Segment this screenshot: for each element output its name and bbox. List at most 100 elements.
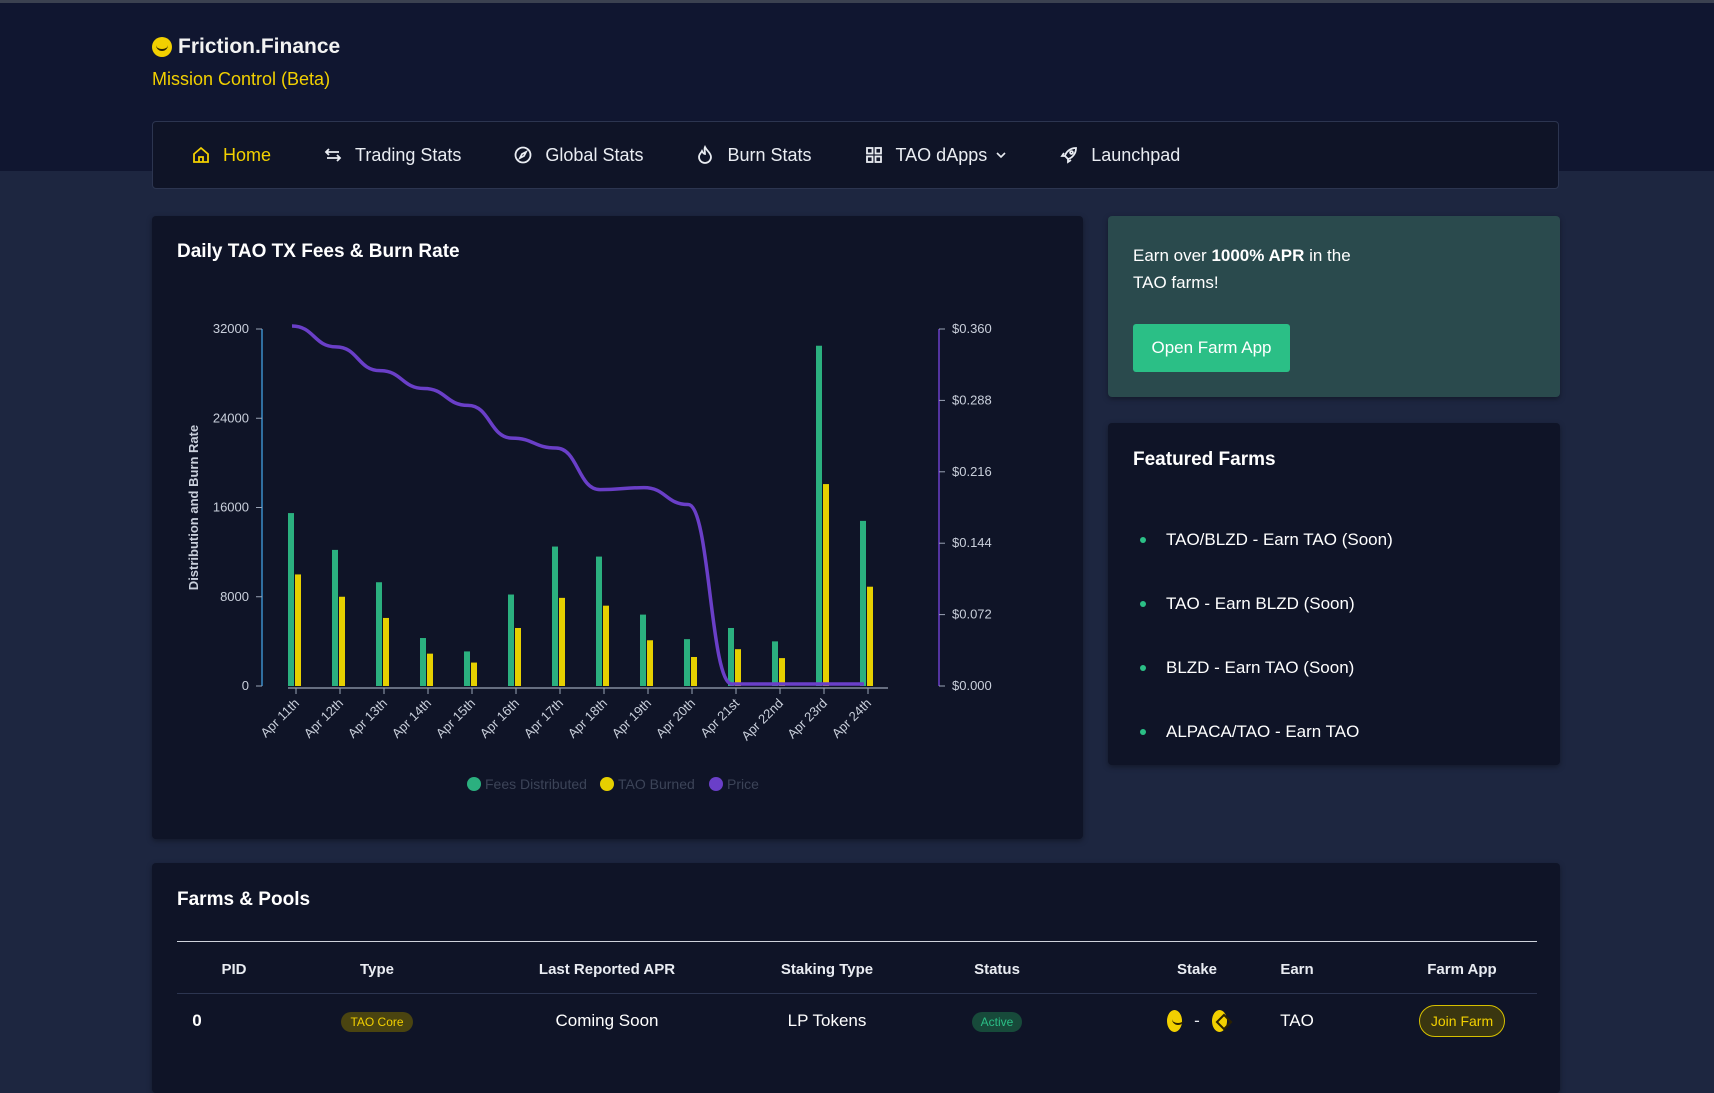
chevron-down-icon bbox=[996, 152, 1006, 159]
home-icon bbox=[193, 146, 209, 163]
nav-launchpad[interactable]: Launchpad bbox=[1059, 145, 1180, 166]
bar-fees-distributed bbox=[860, 520, 866, 686]
nav-tao-dapps[interactable]: TAO dApps bbox=[864, 145, 1008, 166]
flame-icon bbox=[698, 145, 713, 164]
x-tick-label: Apr 18th bbox=[565, 696, 610, 741]
bar-fees-distributed bbox=[288, 513, 294, 686]
y-tick-label: 32000 bbox=[213, 321, 249, 336]
list-item: BLZD - Earn TAO (Soon) bbox=[1133, 636, 1393, 700]
brand-name[interactable]: Friction.Finance bbox=[178, 35, 340, 59]
y-axis-label: Distribution and Burn Rate bbox=[186, 425, 201, 590]
x-tick-label: Apr 17th bbox=[521, 696, 566, 741]
header-stake: Stake bbox=[1176, 960, 1218, 978]
nav-trading-stats[interactable]: Trading Stats bbox=[323, 145, 461, 166]
friction-logo-icon bbox=[152, 37, 172, 57]
x-tick-label: Apr 21st bbox=[697, 695, 742, 740]
nav-home-label: Home bbox=[223, 144, 272, 165]
nav-burn-stats[interactable]: Burn Stats bbox=[695, 144, 812, 166]
header-type: Type bbox=[360, 960, 394, 978]
header-earn: Earn bbox=[1280, 960, 1314, 978]
nav-burn-stats-label: Burn Stats bbox=[727, 144, 812, 165]
type-badge: TAO Core bbox=[341, 1011, 413, 1032]
promo-text-before: Earn over bbox=[1133, 246, 1212, 265]
bar-fees-distributed bbox=[420, 638, 426, 686]
legend-label: Fees Distributed bbox=[485, 776, 587, 792]
y2-tick-label: $0.072 bbox=[952, 607, 992, 622]
status-badge: Active bbox=[971, 1011, 1023, 1032]
x-tick-label: Apr 19th bbox=[609, 696, 654, 741]
bar-fees-distributed bbox=[816, 345, 822, 686]
list-item: ALPACA/TAO - Earn TAO bbox=[1133, 700, 1393, 764]
featured-farms-card: Featured Farms TAO/BLZD - Earn TAO (Soon… bbox=[1108, 423, 1560, 765]
bar-tao-burned bbox=[515, 627, 521, 686]
bar-fees-distributed bbox=[596, 556, 602, 686]
divider bbox=[177, 941, 1537, 942]
cell-type: TAO Core bbox=[337, 1011, 417, 1032]
header-status: Status bbox=[974, 960, 1020, 978]
bar-fees-distributed bbox=[728, 627, 734, 686]
bullet-icon bbox=[1140, 665, 1146, 671]
bar-tao-burned bbox=[823, 484, 829, 686]
bar-tao-burned bbox=[735, 649, 741, 686]
x-tick-label: Apr 15th bbox=[433, 696, 478, 741]
bnb-token-icon bbox=[1211, 1010, 1227, 1032]
y2-tick-label: $0.144 bbox=[952, 535, 992, 550]
bar-tao-burned bbox=[779, 658, 785, 686]
promo-card: Earn over 1000% APR in the TAO farms! Op… bbox=[1108, 216, 1560, 397]
header-farm-app: Farm App bbox=[1427, 960, 1497, 978]
bar-tao-burned bbox=[427, 653, 433, 686]
legend-label: TAO Burned bbox=[618, 776, 695, 792]
y2-tick-label: $0.288 bbox=[952, 392, 992, 407]
x-tick-label: Apr 13th bbox=[345, 696, 390, 741]
bullet-icon bbox=[1140, 729, 1146, 735]
bar-fees-distributed bbox=[684, 639, 690, 686]
y-tick-label: 0 bbox=[242, 678, 249, 693]
bullet-icon bbox=[1140, 601, 1146, 607]
featured-farm-label: ALPACA/TAO - Earn TAO bbox=[1166, 722, 1360, 741]
fees-burn-chart: 32000 24000 16000 8000 0 Distribution and Bur… bbox=[186, 321, 992, 792]
swap-arrows-icon bbox=[324, 148, 342, 162]
x-tick-label: Apr 14th bbox=[389, 696, 434, 741]
header-staking-type: Staking Type bbox=[780, 960, 874, 978]
cell-farm-app: Join Farm bbox=[1407, 1005, 1517, 1037]
header-apr: Last Reported APR bbox=[538, 960, 676, 978]
rocket-icon bbox=[1060, 147, 1078, 164]
brand: Friction.Finance Mission Control (Beta) bbox=[152, 35, 340, 90]
promo-text: Earn over 1000% APR in the TAO farms! bbox=[1133, 242, 1383, 296]
open-farm-app-button[interactable]: Open Farm App bbox=[1133, 324, 1290, 372]
join-farm-button[interactable]: Join Farm bbox=[1418, 1005, 1506, 1037]
list-item: TAO - Earn BLZD (Soon) bbox=[1133, 572, 1393, 636]
bar-tao-burned bbox=[295, 574, 301, 686]
table-row: 0 TAO Core Coming Soon LP Tokens Active … bbox=[177, 997, 1537, 1045]
featured-farms-list: TAO/BLZD - Earn TAO (Soon) TAO - Earn BL… bbox=[1133, 508, 1393, 764]
grid-icon bbox=[865, 147, 882, 163]
bar-fees-distributed bbox=[552, 546, 558, 686]
nav-home[interactable]: Home bbox=[191, 145, 271, 166]
y-tick-label: 16000 bbox=[213, 500, 249, 515]
header-pid: PID bbox=[221, 960, 247, 978]
list-item: TAO/BLZD - Earn TAO (Soon) bbox=[1133, 508, 1393, 572]
nav-trading-stats-label: Trading Stats bbox=[355, 144, 462, 165]
cell-earn: TAO bbox=[1280, 1011, 1314, 1030]
featured-farms-title: Featured Farms bbox=[1133, 449, 1276, 470]
bar-tao-burned bbox=[867, 586, 873, 686]
cell-status: Active bbox=[957, 1011, 1037, 1032]
legend-label: Price bbox=[727, 776, 759, 792]
cell-staking-type: LP Tokens bbox=[787, 1011, 867, 1030]
y2-tick-label: $0.000 bbox=[952, 678, 992, 693]
featured-farm-label: BLZD - Earn TAO (Soon) bbox=[1166, 658, 1355, 677]
farms-pools-title: Farms & Pools bbox=[177, 889, 311, 910]
y-tick-label: 24000 bbox=[213, 410, 249, 425]
bar-fees-distributed bbox=[508, 594, 514, 686]
friction-token-icon bbox=[1167, 1010, 1185, 1032]
cell-pid: 0 bbox=[192, 1011, 202, 1030]
compass-icon bbox=[515, 146, 532, 164]
bar-fees-distributed bbox=[640, 614, 646, 686]
brand-subtitle: Mission Control (Beta) bbox=[152, 69, 331, 89]
stake-separator: - bbox=[1194, 1011, 1200, 1030]
bar-fees-distributed bbox=[332, 549, 338, 686]
y2-tick-label: $0.360 bbox=[952, 321, 992, 336]
nav-global-stats[interactable]: Global Stats bbox=[513, 145, 643, 166]
brand-row: Friction.Finance bbox=[152, 35, 340, 59]
main-nav: Home Trading Stats Global Stats Burn Sta… bbox=[152, 121, 1559, 189]
